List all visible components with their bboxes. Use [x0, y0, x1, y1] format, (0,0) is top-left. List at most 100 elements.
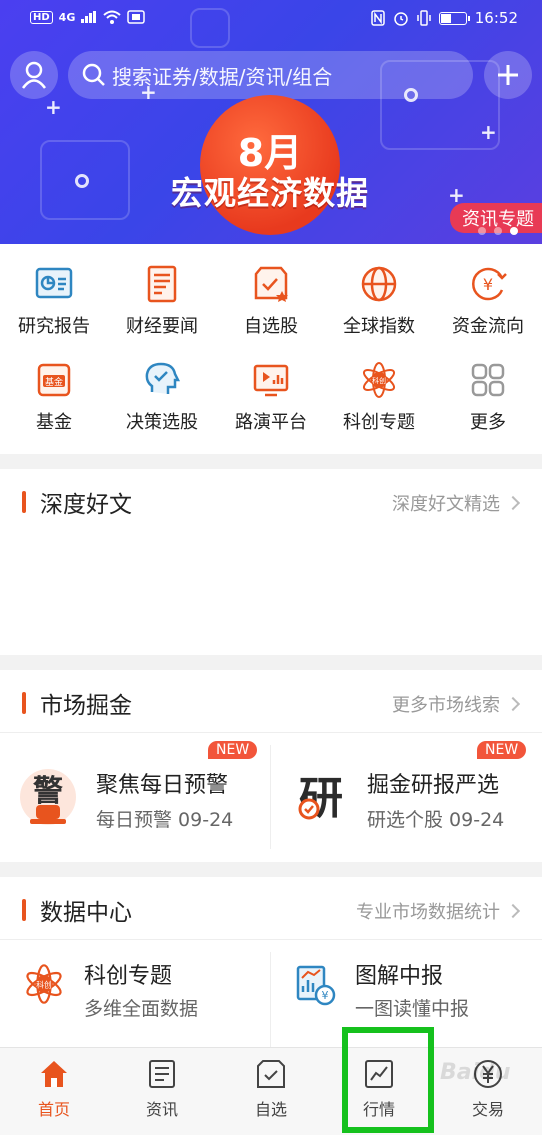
banner-pager	[478, 227, 518, 235]
tab-label: 资讯	[145, 1100, 178, 1119]
news-icon	[147, 265, 177, 303]
alert-icon-glyph: 警	[33, 774, 63, 809]
ring-decor	[75, 174, 89, 188]
svg-text:基金: 基金	[45, 376, 63, 388]
section-header: 数据中心 专业市场数据统计	[0, 877, 542, 941]
grid-item-fund[interactable]: 基金 基金	[0, 360, 108, 434]
grid-label: 自选股	[244, 316, 298, 337]
quick-grid: 研究报告 财经要闻 自选股 全球指数 ¥ 资金流向 基金 基金 决策选股 路演平…	[0, 244, 542, 454]
tab-news[interactable]: 资讯	[108, 1048, 216, 1135]
card-title: 科创专题	[84, 964, 173, 989]
user-avatar-button[interactable]	[10, 51, 58, 99]
wifi-icon	[103, 10, 122, 24]
grid-item-roadshow[interactable]: 路演平台	[217, 360, 325, 434]
pager-dot	[494, 227, 502, 235]
plus-icon	[498, 65, 518, 85]
tab-label: 自选	[254, 1100, 287, 1119]
grid-item-global-index[interactable]: 全球指数	[325, 264, 433, 338]
grid-item-decision[interactable]: 决策选股	[108, 360, 216, 434]
watchlist-icon	[254, 266, 288, 302]
home-icon	[41, 1061, 67, 1087]
card-subtitle: 多维全面数据	[84, 998, 199, 1020]
watermark: Baidu	[440, 1060, 511, 1085]
battery-icon	[438, 11, 470, 25]
promo-title: 宏观经济数据	[170, 174, 369, 212]
grid-label: 基金	[36, 412, 72, 433]
highlight-box	[342, 1027, 434, 1133]
search-icon	[82, 63, 105, 86]
tab-home[interactable]: 首页	[0, 1048, 108, 1135]
roadshow-icon	[253, 364, 289, 397]
daily-alert-card[interactable]: 警 聚焦每日预警 每日预警 09-24 NEW	[0, 733, 270, 861]
data-center-more-link[interactable]: 专业市场数据统计	[356, 898, 521, 924]
money-flow-icon: ¥	[472, 267, 507, 301]
card-subtitle: 一图读懂中报	[355, 998, 470, 1020]
svg-text:科创: 科创	[372, 376, 386, 385]
research-pick-icon: 研	[298, 773, 343, 824]
section-accent-bar	[22, 899, 26, 921]
grid-label: 更多	[470, 412, 506, 433]
card-subtitle: 每日预警 09-24	[96, 809, 234, 831]
yuan-glyph: ¥	[322, 989, 329, 1002]
market-more-link[interactable]: 更多市场线索	[392, 691, 521, 717]
section-title: 深度好文	[40, 492, 132, 518]
news-list-icon	[149, 1060, 175, 1088]
grid-item-research-report[interactable]: 研究报告	[0, 264, 108, 338]
svg-text:¥: ¥	[483, 275, 493, 294]
grid-item-watchlist[interactable]: 自选股	[217, 264, 325, 338]
tab-watchlist[interactable]: 自选	[217, 1048, 325, 1135]
banner[interactable]: + + + + HD 4G 16:52 搜索证券/数据/资讯/组合 8月 宏观经…	[0, 0, 542, 244]
grid-item-money-flow[interactable]: ¥ 资金流向	[434, 264, 542, 338]
new-badge: NEW	[477, 741, 527, 759]
data-center-section: 数据中心 专业市场数据统计 科创 科创专题 多维全面数据 ¥ 图解中报 一图读懂…	[0, 877, 542, 1047]
clock: 16:52	[474, 9, 518, 27]
status-bar: HD 4G 16:52	[0, 0, 542, 40]
deep-articles-more-link[interactable]: 深度好文精选	[392, 490, 521, 516]
deep-articles-section: 深度好文 深度好文精选	[0, 469, 542, 655]
research-report-icon	[35, 267, 73, 299]
tab-label: 首页	[37, 1100, 70, 1119]
grid-label: 全球指数	[343, 316, 415, 337]
watchlist-icon	[257, 1060, 285, 1088]
search-placeholder: 搜索证券/数据/资讯/组合	[112, 64, 333, 89]
more-link-label: 更多市场线索	[392, 695, 500, 716]
section-header: 深度好文 深度好文精选	[0, 469, 542, 533]
chevron-right-icon	[505, 696, 521, 712]
signal-icon	[81, 11, 97, 23]
grid-label: 研究报告	[18, 316, 90, 337]
grid-label: 资金流向	[452, 316, 524, 337]
grid-item-star-board[interactable]: 科创 科创专题	[325, 360, 433, 434]
alarm-icon	[394, 12, 408, 26]
star-board-data-card[interactable]: 科创 科创专题 多维全面数据	[0, 940, 270, 1047]
star-board-icon: 科创	[362, 362, 396, 398]
grid-item-news[interactable]: 财经要闻	[108, 264, 216, 338]
more-link-label: 专业市场数据统计	[356, 902, 500, 923]
grid-label: 路演平台	[235, 412, 307, 433]
grid-item-more[interactable]: 更多	[434, 360, 542, 434]
hd-badge: HD	[30, 10, 53, 24]
chevron-right-icon	[505, 903, 521, 919]
star-board-icon: 科创	[26, 964, 62, 1004]
grid-label: 决策选股	[126, 412, 198, 433]
star-board-glyph: 科创	[36, 979, 52, 989]
fund-icon: 基金	[37, 363, 71, 397]
vibrate-icon	[417, 10, 431, 26]
grid-label: 科创专题	[343, 412, 415, 433]
user-icon	[21, 61, 47, 89]
card-subtitle: 研选个股 09-24	[367, 809, 505, 831]
more-grid-icon	[471, 363, 505, 397]
tab-label: 交易	[471, 1100, 504, 1119]
sim-card-icon	[127, 10, 146, 24]
chart-report-icon: ¥	[296, 965, 336, 1006]
globe-icon	[361, 266, 397, 302]
card-title: 掘金研报严选	[367, 773, 500, 798]
pager-dot	[478, 227, 486, 235]
research-pick-card[interactable]: 研 掘金研报严选 研选个股 09-24 NEW	[271, 733, 542, 861]
add-button[interactable]	[484, 51, 532, 99]
grid-label: 财经要闻	[126, 316, 198, 337]
chevron-right-icon	[505, 495, 521, 511]
search-input[interactable]: 搜索证券/数据/资讯/组合	[68, 51, 473, 99]
sparkle-icon: +	[45, 95, 62, 119]
section-title: 数据中心	[40, 900, 132, 926]
section-accent-bar	[22, 491, 26, 513]
